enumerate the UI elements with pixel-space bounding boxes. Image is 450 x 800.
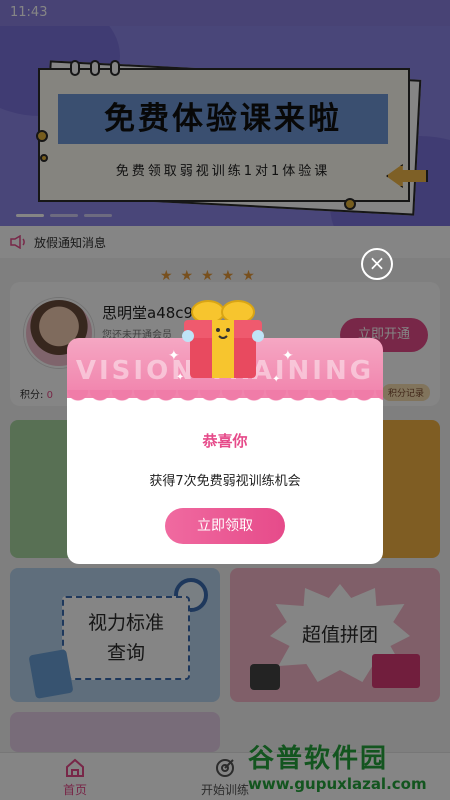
dialog-message: 获得7次免费弱视训练机会 xyxy=(149,474,301,489)
claim-button[interactable]: 立即领取 xyxy=(165,508,285,544)
dialog-scallop xyxy=(67,390,383,408)
dialog-title: 恭喜你 xyxy=(202,432,248,450)
sparkle-icon: ✦ xyxy=(168,348,180,364)
sparkle-icon: ✦ xyxy=(282,348,294,364)
gift-icon xyxy=(182,300,264,378)
sparkle-icon: ✦ xyxy=(176,372,185,383)
close-button[interactable]: × xyxy=(361,248,393,280)
sparkle-icon: ✦ xyxy=(272,374,281,385)
